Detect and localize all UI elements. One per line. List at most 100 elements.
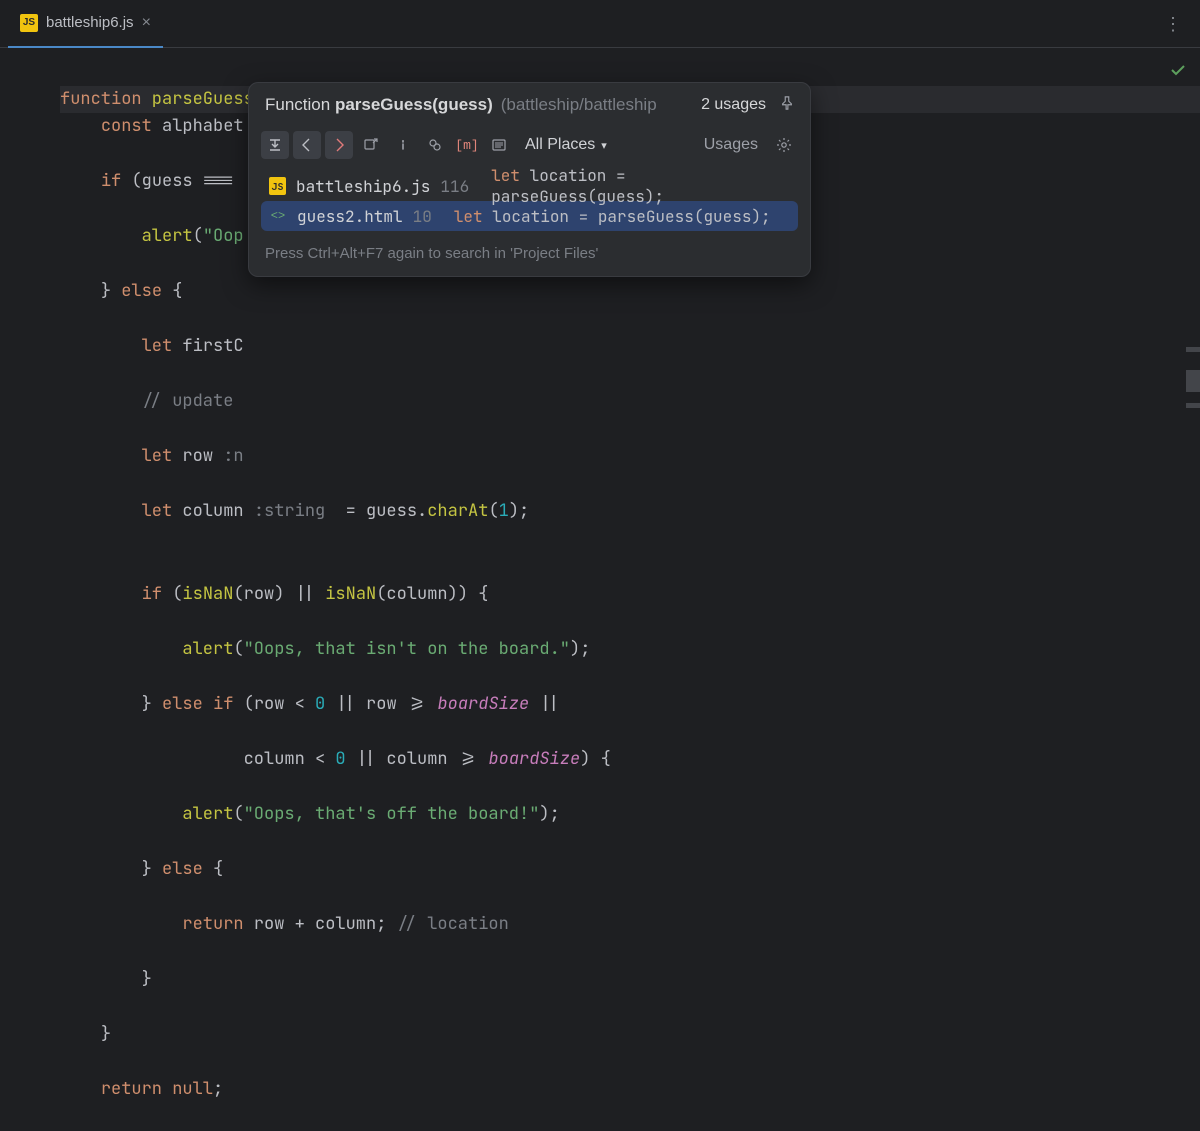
code-text: row [172,445,223,467]
result-code: let location = parseGuess(guess); [454,206,771,227]
function-call: alert [182,803,233,825]
pin-icon[interactable] [780,96,794,115]
filter-icon[interactable] [421,131,449,159]
code-text [162,1078,172,1100]
scrollbar-mark[interactable] [1186,370,1200,392]
code-text: } [142,968,152,990]
function-call: alert [142,225,193,247]
property: boardSize [437,693,529,715]
code-text: ) { [580,748,611,770]
keyword: return [101,1078,162,1100]
keyword: if [142,583,162,605]
close-tab-icon[interactable]: × [142,14,151,32]
function-call: alert [182,638,233,660]
property: boardSize [488,748,580,770]
code-text: firstC [172,335,243,357]
open-in-tool-window-icon[interactable] [261,131,289,159]
result-filename: guess2.html [297,206,403,227]
code-text: (guess === [121,170,243,192]
comment: // location [397,913,509,935]
null-literal: null [172,1078,213,1100]
scope-label: All Places [525,136,595,154]
type-hint: :string [254,500,325,522]
usages-link[interactable]: Usages [704,136,758,154]
method: charAt [427,500,488,522]
code-text: } [142,858,162,880]
popup-toolbar: [m] All Places ▾ Usages [249,125,810,169]
code-text: ); [570,638,590,660]
keyword: if [101,170,121,192]
module-icon[interactable]: [m] [453,131,481,159]
type-hint: :n [223,445,243,467]
usage-result-row[interactable]: <> guess2.html 10 let location = parseGu… [261,201,798,231]
result-filename: battleship6.js [296,176,430,197]
string: "Oop [203,225,244,247]
usage-result-row[interactable]: JS battleship6.js 116 let location = par… [261,171,798,201]
list-icon[interactable] [485,131,513,159]
usage-count: 2 usages [701,96,766,114]
keyword: let [142,445,173,467]
popup-title-prefix: Function [265,95,335,114]
scrollbar-mark[interactable] [1186,347,1200,352]
result-line-number: 10 [413,206,432,227]
popup-title-signature: parseGuess(guess) [335,95,493,114]
string: "Oops, that isn't on the board." [244,638,570,660]
find-usages-popup: Function parseGuess(guess) (battleship/b… [248,82,811,277]
code-text: (row < [233,693,315,715]
code-text: } [101,1023,111,1045]
code-text: || column >= [346,748,489,770]
number: 1 [499,500,509,522]
code-text: ); [539,803,559,825]
scope-dropdown[interactable]: All Places ▾ [517,136,615,154]
code-text: row + column; [244,913,397,935]
html-file-icon: <> [269,207,287,225]
keyword: let [142,500,173,522]
code-text: ); [509,500,529,522]
code-text: (row) || [233,583,325,605]
code-text: column < [244,748,336,770]
tab-filename: battleship6.js [46,14,134,31]
code-text: { [162,280,182,302]
js-file-icon: JS [269,177,286,195]
editor-tab[interactable]: JS battleship6.js × [8,0,163,48]
next-occurrence-icon[interactable] [325,131,353,159]
result-line-number: 116 [440,176,469,197]
gear-icon[interactable] [770,131,798,159]
code-text: ( [162,583,182,605]
function-call: isNaN [182,583,233,605]
scrollbar-mark[interactable] [1186,403,1200,408]
more-menu-icon[interactable]: ⋮ [1164,14,1182,35]
keyword: return [182,913,243,935]
code-text: ; [213,1078,223,1100]
code-text: alphabet [152,115,244,137]
code-text: column [172,500,254,522]
code-text: ( [233,638,243,660]
code-text: { [203,858,223,880]
code-text: } [101,280,121,302]
comment: // update [142,390,234,412]
new-window-icon[interactable] [357,131,385,159]
popup-hint: Press Ctrl+Alt+F7 again to search in 'Pr… [249,237,810,276]
code-text: } [142,693,162,715]
js-file-icon: JS [20,14,38,32]
keyword: else [162,858,203,880]
code-text: ( [488,500,498,522]
code-text: || [529,693,560,715]
keyword: else [162,693,203,715]
keyword: function [60,88,142,110]
tab-bar: JS battleship6.js × ⋮ [0,0,1200,48]
code-text: ( [233,803,243,825]
result-code: let location = parseGuess(guess); [491,165,790,207]
popup-title-location: (battleship/battleship [501,95,657,115]
prev-occurrence-icon[interactable] [293,131,321,159]
number: 0 [335,748,345,770]
info-icon[interactable] [389,131,417,159]
function-name: parseGuess [142,88,254,110]
string: "Oops, that's off the board!" [244,803,540,825]
code-text: = guess. [325,500,427,522]
keyword: else [121,280,162,302]
chevron-down-icon: ▾ [601,139,607,152]
popup-header: Function parseGuess(guess) (battleship/b… [249,83,810,125]
keyword: if [203,693,234,715]
code-text: || row >= [325,693,437,715]
